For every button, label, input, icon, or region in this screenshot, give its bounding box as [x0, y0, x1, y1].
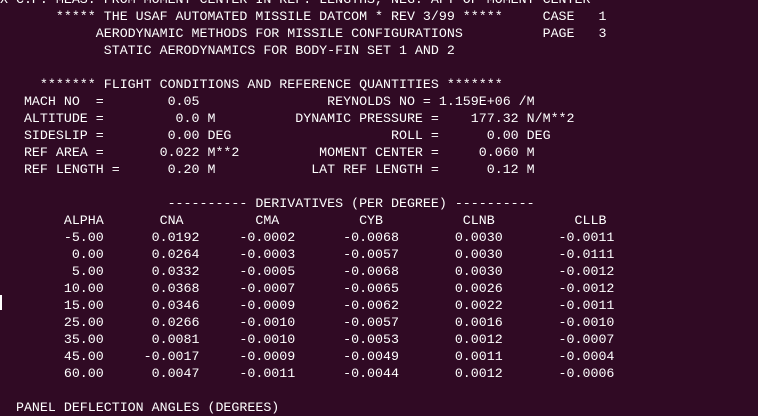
derivatives-header: ALPHA CNA CMA CYB CLNB CLLB — [0, 213, 607, 228]
header-methods-line: AERODYNAMIC METHODS FOR MISSILE CONFIGUR… — [0, 26, 607, 41]
header-cutoff-line: X-C.P. MEAS. FROM MOMENT CENTER IN REF. … — [0, 0, 590, 8]
terminal-output[interactable]: X-C.P. MEAS. FROM MOMENT CENTER IN REF. … — [0, 0, 758, 415]
derivatives-row: 15.00 0.0346 -0.0009 -0.0062 0.0022 -0.0… — [0, 298, 615, 313]
derivatives-row: 45.00 -0.0017 -0.0009 -0.0049 0.0011 -0.… — [0, 349, 615, 364]
flight-condition-row: REF LENGTH = 0.20 M LAT REF LENGTH = 0.1… — [0, 162, 535, 177]
panel-deflection-line: PANEL DEFLECTION ANGLES (DEGREES) — [0, 400, 280, 415]
header-static-line: STATIC AERODYNAMICS FOR BODY-FIN SET 1 A… — [0, 43, 455, 58]
flight-condition-row: MACH NO = 0.05 REYNOLDS NO = 1.159E+06 /… — [0, 94, 535, 109]
header-program-line: ***** THE USAF AUTOMATED MISSILE DATCOM … — [0, 9, 607, 24]
derivatives-row: 25.00 0.0266 -0.0010 -0.0057 0.0016 -0.0… — [0, 315, 615, 330]
flight-conditions-title: ******* FLIGHT CONDITIONS AND REFERENCE … — [0, 77, 503, 92]
text-cursor — [0, 295, 2, 310]
flight-condition-row: SIDESLIP = 0.00 DEG ROLL = 0.00 DEG — [0, 128, 551, 143]
derivatives-row: 60.00 0.0047 -0.0011 -0.0044 0.0012 -0.0… — [0, 366, 615, 381]
derivatives-row: 0.00 0.0264 -0.0003 -0.0057 0.0030 -0.01… — [0, 247, 615, 262]
derivatives-row: 10.00 0.0368 -0.0007 -0.0065 0.0026 -0.0… — [0, 281, 615, 296]
derivatives-row: 5.00 0.0332 -0.0005 -0.0068 0.0030 -0.00… — [0, 264, 615, 279]
flight-condition-row: ALTITUDE = 0.0 M DYNAMIC PRESSURE = 177.… — [0, 111, 575, 126]
derivatives-row: -5.00 0.0192 -0.0002 -0.0068 0.0030 -0.0… — [0, 230, 615, 245]
derivatives-row: 35.00 0.0081 -0.0010 -0.0053 0.0012 -0.0… — [0, 332, 615, 347]
flight-condition-row: REF AREA = 0.022 M**2 MOMENT CENTER = 0.… — [0, 145, 535, 160]
derivatives-title: ---------- DERIVATIVES (PER DEGREE) ----… — [0, 196, 535, 211]
